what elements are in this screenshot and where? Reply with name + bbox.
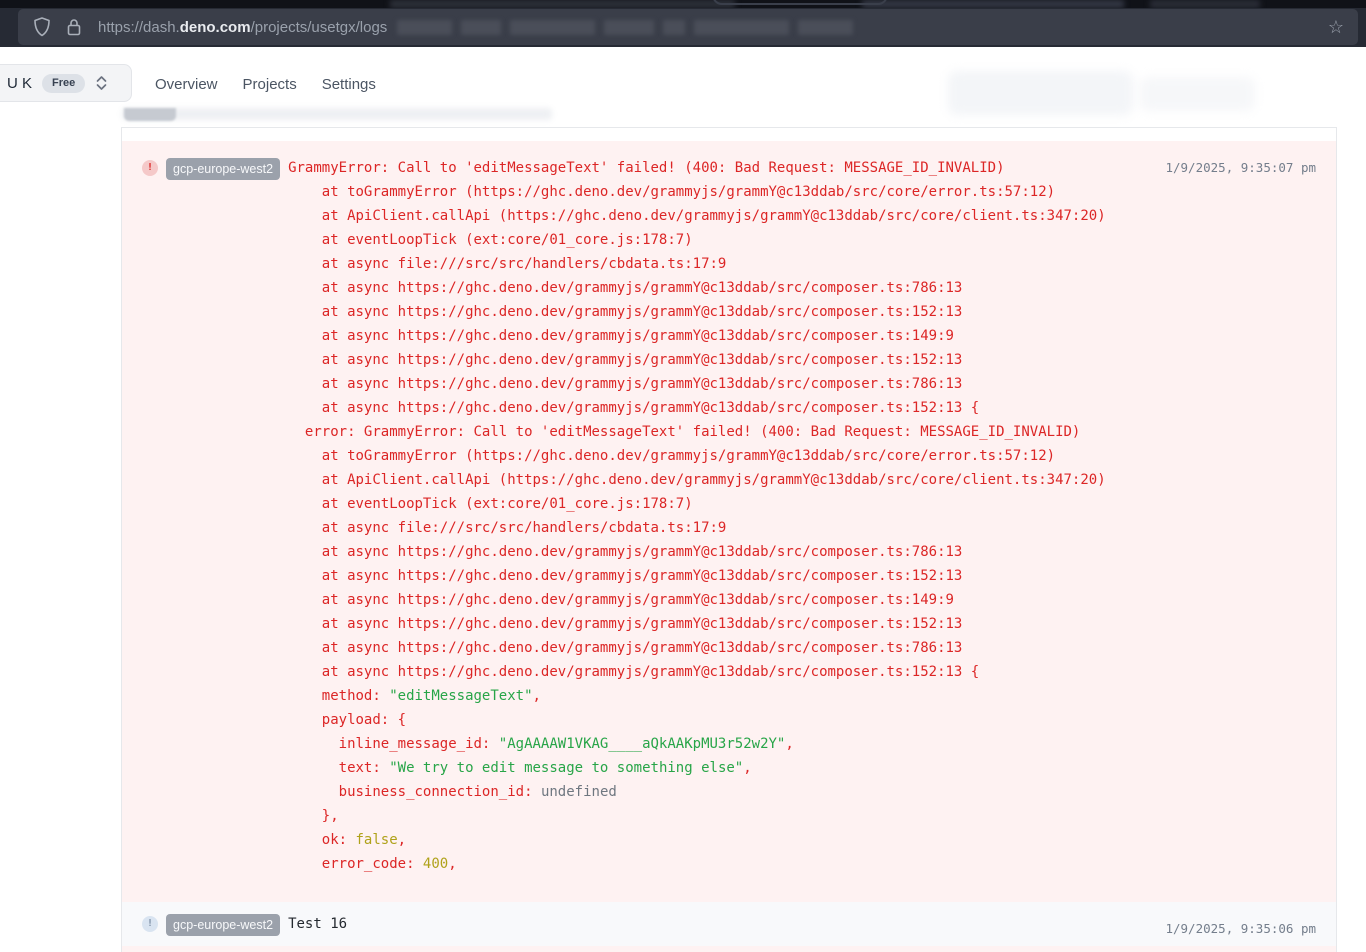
log-line: at async file:///src/src/handlers/cbdata… (288, 252, 1316, 276)
log-entry-partial-bottom (122, 946, 1336, 952)
redacted-tab-area (1150, 0, 1260, 8)
log-line: }, (288, 804, 1316, 828)
padlock-icon[interactable] (66, 17, 82, 37)
browser-tab-strip (0, 0, 1366, 8)
log-line: at async https://ghc.deno.dev/grammyjs/g… (288, 348, 1316, 372)
org-switcher[interactable]: U K Free (0, 64, 132, 102)
log-line: text: "We try to edit message to somethi… (288, 756, 1316, 780)
log-line: at async https://ghc.deno.dev/grammyjs/g… (288, 396, 1316, 420)
log-line: at async https://ghc.deno.dev/grammyjs/g… (288, 588, 1316, 612)
url-domain: deno.com (180, 19, 251, 36)
log-message: GrammyError: Call to 'editMessageText' f… (288, 156, 1316, 876)
url-text[interactable]: https://dash.deno.com/projects/usetgx/lo… (98, 19, 387, 36)
region-badge: gcp-europe-west2 (166, 914, 280, 936)
main-nav: Overview Projects Settings (155, 76, 376, 93)
log-line: at eventLoopTick (ext:core/01_core.js:17… (288, 228, 1316, 252)
redacted-header-controls (948, 71, 1133, 115)
nav-projects[interactable]: Projects (243, 76, 297, 93)
log-panel[interactable]: ! gcp-europe-west2 GrammyError: Call to 'e… (121, 127, 1337, 952)
log-line: at ApiClient.callApi (https://ghc.deno.d… (288, 204, 1316, 228)
log-line: at async https://ghc.deno.dev/grammyjs/g… (288, 636, 1316, 660)
log-line: at async https://ghc.deno.dev/grammyjs/g… (288, 564, 1316, 588)
log-message: Test 16 (288, 912, 1316, 936)
log-line: at async file:///src/src/handlers/cbdata… (288, 516, 1316, 540)
plan-badge: Free (42, 74, 85, 93)
log-line: inline_message_id: "AgAAAAW1VKAG____aQkA… (288, 732, 1316, 756)
nav-settings[interactable]: Settings (322, 76, 376, 93)
info-level-icon: ! (142, 916, 158, 932)
nav-overview[interactable]: Overview (155, 76, 218, 93)
log-timestamp: 1/9/2025, 9:35:06 pm (1165, 917, 1316, 941)
error-level-icon: ! (142, 160, 158, 176)
log-entry: ! gcp-europe-west2 Test 161/9/2025, 9:35:0… (122, 902, 1336, 946)
redacted-cutoff-badge (124, 108, 176, 121)
bookmark-star-icon[interactable]: ☆ (1328, 18, 1344, 36)
redacted-tab-area (862, 0, 1124, 8)
chevron-updown-icon (95, 75, 108, 91)
browser-chrome: https://dash.deno.com/projects/usetgx/lo… (0, 0, 1366, 47)
log-timestamp: 1/9/2025, 9:35:07 pm (1165, 156, 1316, 180)
url-prefix: https://dash. (98, 19, 180, 36)
address-bar[interactable]: https://dash.deno.com/projects/usetgx/lo… (18, 9, 1358, 45)
log-line: at async https://ghc.deno.dev/grammyjs/g… (288, 540, 1316, 564)
log-line: business_connection_id: undefined (288, 780, 1316, 804)
region-badge: gcp-europe-west2 (166, 158, 280, 180)
redacted-tab-area (390, 0, 735, 8)
log-line: error_code: 400, (288, 852, 1316, 876)
url-path: /projects/usetgx/logs (251, 19, 388, 36)
redacted-url-query (397, 20, 853, 35)
tracking-shield-icon[interactable] (32, 16, 52, 38)
log-line: at async https://ghc.deno.dev/grammyjs/g… (288, 612, 1316, 636)
log-line: at toGrammyError (https://ghc.deno.dev/g… (288, 180, 1316, 204)
log-entries: ! gcp-europe-west2 GrammyError: Call to 'e… (122, 141, 1336, 946)
log-line: at async https://ghc.deno.dev/grammyjs/g… (288, 324, 1316, 348)
log-line: at async https://ghc.deno.dev/grammyjs/g… (288, 276, 1316, 300)
redacted-cutoff-log (122, 108, 552, 120)
log-entry-partial-top (122, 128, 1336, 141)
log-line: at eventLoopTick (ext:core/01_core.js:17… (288, 492, 1316, 516)
log-entry: ! gcp-europe-west2 GrammyError: Call to 'e… (122, 141, 1336, 902)
redacted-header-controls (1140, 77, 1255, 111)
log-line: GrammyError: Call to 'editMessageText' f… (288, 156, 1316, 180)
log-line: at toGrammyError (https://ghc.deno.dev/g… (288, 444, 1316, 468)
log-line: payload: { (288, 708, 1316, 732)
log-line: error: GrammyError: Call to 'editMessage… (288, 420, 1316, 444)
browser-tab[interactable] (712, 0, 888, 5)
log-line: method: "editMessageText", (288, 684, 1316, 708)
log-line: at async https://ghc.deno.dev/grammyjs/g… (288, 300, 1316, 324)
log-line: ok: false, (288, 828, 1316, 852)
log-line: at ApiClient.callApi (https://ghc.deno.d… (288, 468, 1316, 492)
log-line: at async https://ghc.deno.dev/grammyjs/g… (288, 372, 1316, 396)
log-line: at async https://ghc.deno.dev/grammyjs/g… (288, 660, 1316, 684)
log-line: Test 16 (288, 912, 1316, 936)
org-name: U K (7, 75, 32, 92)
